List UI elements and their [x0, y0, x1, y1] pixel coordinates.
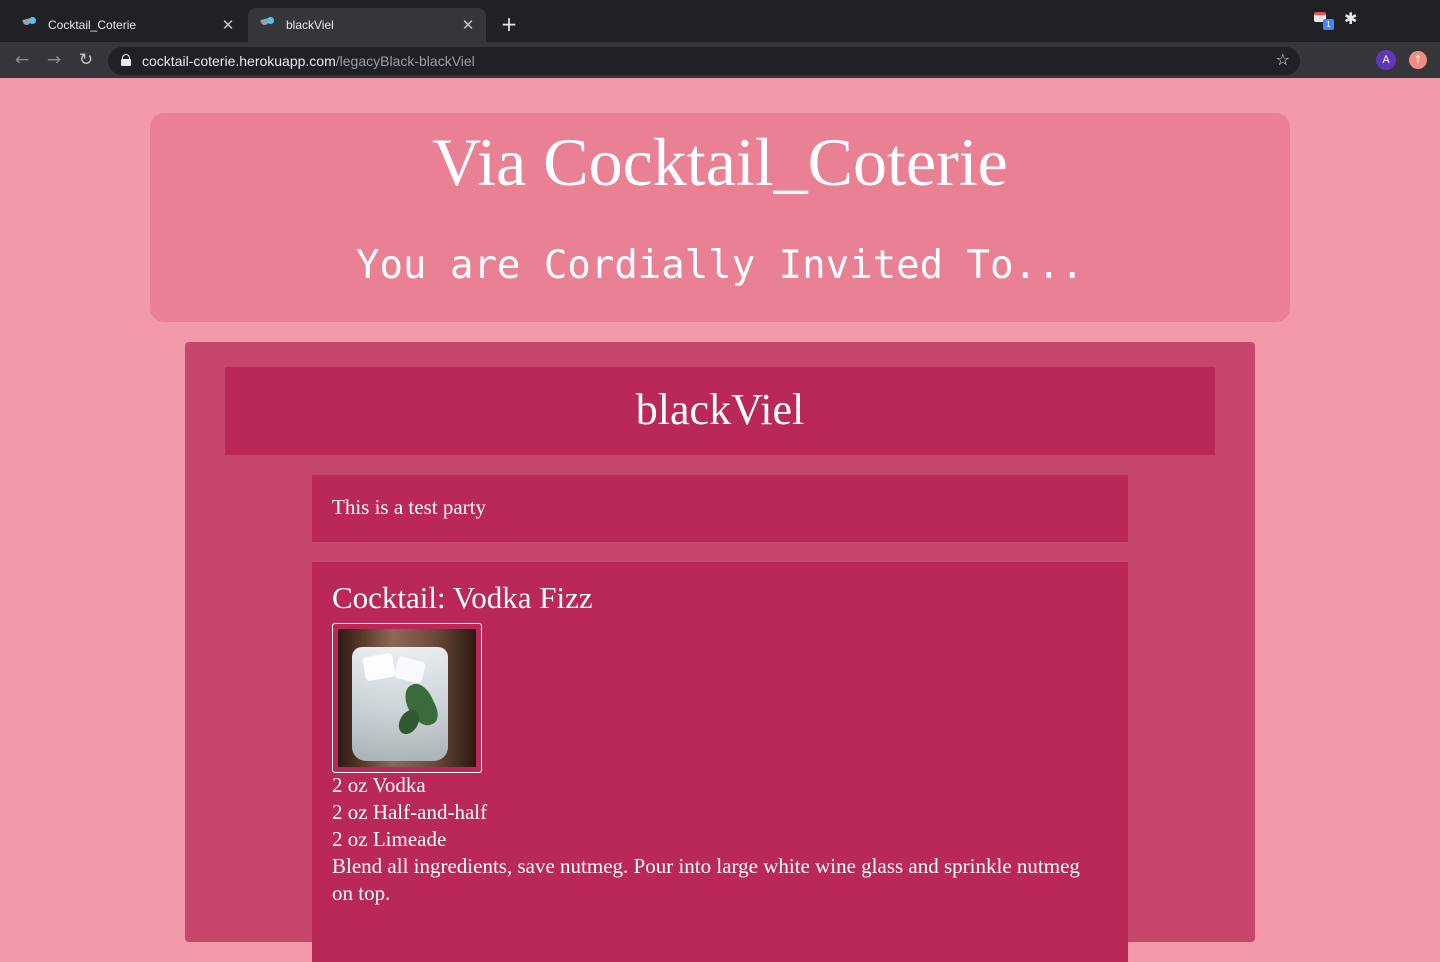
party-description: This is a test party [332, 495, 486, 519]
tab-cocktail-coterie[interactable]: Cocktail_Coterie ✕ [10, 8, 246, 42]
extension-icon[interactable]: 1 [1312, 9, 1334, 30]
cocktail-instructions: Blend all ingredients, save nutmeg. Pour… [332, 854, 1080, 905]
update-arrow-icon[interactable]: ↑ [1409, 51, 1427, 69]
forward-arrow-icon[interactable]: → [42, 48, 66, 72]
tab-title: Cocktail_Coterie [48, 18, 137, 32]
tagline: You are Cordially Invited To... [356, 243, 1084, 288]
extension-badge: 1 [1323, 19, 1334, 30]
close-tab-icon[interactable]: ✕ [458, 16, 478, 34]
new-tab-button[interactable]: + [497, 12, 521, 36]
close-tab-icon[interactable]: ✕ [218, 16, 238, 34]
browser-toolbar: ← → ↻ cocktail-coterie.herokuapp.com/leg… [0, 42, 1440, 78]
cocktail-favicon-icon [260, 17, 276, 33]
bookmark-star-icon[interactable]: ☆ [1276, 50, 1290, 69]
back-arrow-icon[interactable]: ← [10, 48, 34, 72]
ingredient-list: 2 oz Vodka 2 oz Half-and-half 2 oz Limea… [332, 772, 487, 853]
ingredient-item: 2 oz Vodka [332, 773, 426, 797]
tab-title: blackViel [286, 18, 334, 32]
party-name: blackViel [635, 385, 805, 434]
ingredient-item: 2 oz Limeade [332, 827, 447, 851]
cocktail-title: Cocktail: Vodka Fizz [332, 580, 593, 615]
cocktail-photo [332, 623, 482, 773]
site-title: Via Cocktail_Coterie [432, 124, 1008, 200]
ingredient-item: 2 oz Half-and-half [332, 800, 488, 824]
tab-strip: Cocktail_Coterie ✕ blackViel ✕ + [0, 0, 1440, 42]
reload-icon[interactable]: ↻ [74, 48, 98, 72]
ice-cube [362, 652, 396, 682]
address-bar[interactable]: cocktail-coterie.herokuapp.com/legacyBla… [108, 47, 1300, 75]
lock-icon[interactable] [120, 54, 132, 68]
tab-blackviel[interactable]: blackViel ✕ [248, 8, 486, 42]
url-path: /legacyBlack-blackViel [335, 53, 475, 69]
url-host: cocktail-coterie.herokuapp.com [142, 53, 336, 69]
cocktail-favicon-icon [22, 17, 38, 33]
cocktail-image [338, 629, 476, 767]
profile-avatar[interactable]: A [1376, 50, 1396, 70]
extensions-puzzle-icon[interactable]: ✱ [1344, 9, 1364, 29]
